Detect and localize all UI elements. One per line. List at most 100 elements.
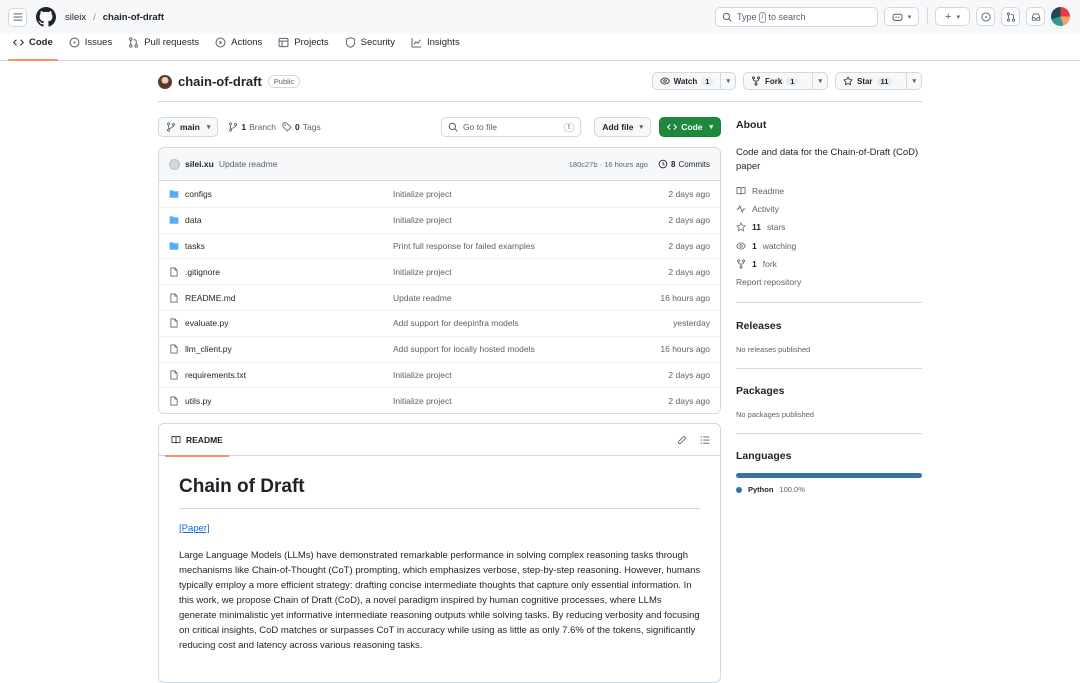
file-name-link[interactable]: tasks bbox=[185, 241, 393, 251]
readme-title: Chain of Draft bbox=[179, 476, 700, 509]
inbox-button[interactable] bbox=[1026, 7, 1045, 26]
commit-history-link[interactable]: 8 Commits bbox=[658, 159, 710, 169]
commit-message[interactable]: Update readme bbox=[219, 159, 278, 169]
hamburger-menu-button[interactable] bbox=[8, 7, 27, 27]
file-name-link[interactable]: data bbox=[185, 215, 393, 225]
github-logo-icon[interactable] bbox=[36, 7, 56, 27]
breadcrumb-owner-link[interactable]: sileix bbox=[65, 12, 86, 23]
packages-heading[interactable]: Packages bbox=[736, 385, 922, 397]
file-name-link[interactable]: .gitignore bbox=[185, 267, 393, 277]
branches-link[interactable]: 1 Branch bbox=[228, 122, 276, 132]
file-row[interactable]: .gitignore Initialize project 2 days ago bbox=[159, 258, 720, 284]
paper-link[interactable]: [Paper] bbox=[179, 523, 210, 534]
branch-label: Branch bbox=[249, 122, 277, 132]
stars-link[interactable]: 11 stars bbox=[736, 218, 922, 236]
file-name-link[interactable]: evaluate.py bbox=[185, 318, 393, 328]
copilot-button[interactable]: ▾ bbox=[884, 7, 919, 26]
branch-count: 1 bbox=[241, 122, 247, 132]
commit-author[interactable]: silei.xu bbox=[185, 159, 214, 169]
file-commit-message[interactable]: Initialize project bbox=[393, 267, 630, 277]
star-icon bbox=[736, 222, 746, 232]
report-repository-label: Report repository bbox=[736, 277, 802, 288]
fork-button[interactable]: Fork 1 bbox=[744, 73, 814, 89]
file-name-link[interactable]: README.md bbox=[185, 293, 393, 303]
file-row[interactable]: llm_client.py Add support for locally hos… bbox=[159, 335, 720, 362]
forks-link[interactable]: 1 fork bbox=[736, 255, 922, 273]
repo-forked-icon bbox=[737, 259, 745, 269]
report-repository-link[interactable]: Report repository bbox=[736, 273, 922, 291]
add-file-button[interactable]: Add file ▾ bbox=[594, 117, 651, 137]
tab-code[interactable]: Code bbox=[8, 33, 58, 61]
fork-dropdown-button[interactable]: ▾ bbox=[813, 73, 827, 89]
releases-heading[interactable]: Releases bbox=[736, 320, 922, 332]
tab-issues[interactable]: Issues bbox=[64, 33, 117, 60]
global-search-input[interactable]: Type / to search bbox=[715, 7, 878, 27]
tab-pull-requests[interactable]: Pull requests bbox=[123, 33, 204, 60]
file-row[interactable]: utils.py Initialize project 2 days ago bbox=[159, 387, 720, 413]
tab-security[interactable]: Security bbox=[340, 33, 400, 60]
star-button[interactable]: Star 11 bbox=[836, 73, 908, 89]
star-dropdown-button[interactable]: ▾ bbox=[907, 73, 921, 89]
file-commit-message[interactable]: Initialize project bbox=[393, 370, 630, 380]
tab-issues-label: Issues bbox=[84, 37, 113, 48]
file-row[interactable]: configs Initialize project 2 days ago bbox=[159, 181, 720, 207]
commit-meta[interactable]: 180c27b · 16 hours ago bbox=[569, 160, 648, 169]
watch-dropdown-button[interactable]: ▾ bbox=[721, 73, 735, 89]
repo-sidebar: About Code and data for the Chain-of-Dra… bbox=[736, 119, 922, 494]
file-row[interactable]: evaluate.py Add support for deepinfra mod… bbox=[159, 309, 720, 336]
list-unordered-icon[interactable] bbox=[700, 435, 710, 445]
readme-tab[interactable]: README bbox=[165, 424, 229, 457]
file-commit-message[interactable]: Add support for locally hosted models bbox=[393, 344, 630, 354]
watch-button[interactable]: Watch 1 bbox=[653, 73, 722, 89]
watching-link[interactable]: 1 watching bbox=[736, 237, 922, 255]
tags-link[interactable]: 0 Tags bbox=[282, 122, 321, 132]
tab-projects[interactable]: Projects bbox=[273, 33, 333, 60]
activity-link[interactable]: Activity bbox=[736, 200, 922, 218]
file-commit-message[interactable]: Print full response for failed examples bbox=[393, 241, 630, 251]
stars-label: stars bbox=[767, 222, 786, 233]
file-name-link[interactable]: configs bbox=[185, 189, 393, 199]
fork-label: fork bbox=[762, 258, 777, 269]
repo-tab-nav: Code Issues Pull requests Actions Projec… bbox=[0, 34, 1080, 61]
pull-requests-button[interactable] bbox=[1001, 7, 1020, 26]
commit-author-avatar[interactable] bbox=[169, 158, 180, 170]
user-avatar[interactable] bbox=[1051, 7, 1070, 26]
file-commit-message[interactable]: Initialize project bbox=[393, 396, 630, 406]
code-icon bbox=[13, 39, 24, 46]
tab-insights[interactable]: Insights bbox=[406, 33, 465, 60]
issues-button[interactable] bbox=[976, 7, 995, 26]
breadcrumb-repo-link[interactable]: chain-of-draft bbox=[103, 12, 164, 23]
file-name-link[interactable]: utils.py bbox=[185, 396, 393, 406]
file-icon bbox=[170, 267, 178, 277]
owner-avatar[interactable] bbox=[158, 74, 172, 89]
file-commit-message[interactable]: Update readme bbox=[393, 293, 630, 303]
file-commit-message[interactable]: Initialize project bbox=[393, 189, 630, 199]
language-name: Python bbox=[748, 485, 774, 495]
file-name-link[interactable]: requirements.txt bbox=[185, 370, 393, 380]
pencil-icon[interactable] bbox=[677, 435, 687, 445]
copilot-icon bbox=[892, 13, 903, 21]
file-commit-message[interactable]: Add support for deepinfra models bbox=[393, 318, 630, 328]
file-name-link[interactable]: llm_client.py bbox=[185, 344, 393, 354]
readme-link[interactable]: Readme bbox=[736, 182, 922, 200]
file-row[interactable]: README.md Update readme 16 hours ago bbox=[159, 284, 720, 310]
language-item-python[interactable]: Python 100.0% bbox=[736, 485, 922, 494]
breadcrumb: sileix / chain-of-draft bbox=[65, 12, 164, 23]
file-commit-message[interactable]: Initialize project bbox=[393, 215, 630, 225]
code-dropdown-button[interactable]: Code ▾ bbox=[659, 117, 721, 137]
repo-title[interactable]: chain-of-draft bbox=[178, 74, 262, 89]
tab-actions[interactable]: Actions bbox=[210, 33, 267, 60]
packages-empty-text: No packages published bbox=[736, 410, 814, 420]
go-to-file-input[interactable]: Go to file t bbox=[441, 117, 581, 137]
file-commit-date: 2 days ago bbox=[668, 395, 710, 406]
eye-icon bbox=[736, 242, 746, 250]
file-icon bbox=[170, 318, 178, 328]
visibility-badge: Public bbox=[267, 75, 301, 88]
file-row[interactable]: tasks Print full response for failed exam… bbox=[159, 232, 720, 259]
tab-actions-label: Actions bbox=[231, 37, 263, 48]
file-row[interactable]: requirements.txt Initialize project 2 days… bbox=[159, 361, 720, 388]
file-row[interactable]: data Initialize project 2 days ago bbox=[159, 206, 720, 233]
create-new-button[interactable]: + ▾ bbox=[935, 7, 970, 26]
readme-link-label: Readme bbox=[752, 186, 785, 197]
branch-select-button[interactable]: main ▾ bbox=[158, 117, 219, 137]
